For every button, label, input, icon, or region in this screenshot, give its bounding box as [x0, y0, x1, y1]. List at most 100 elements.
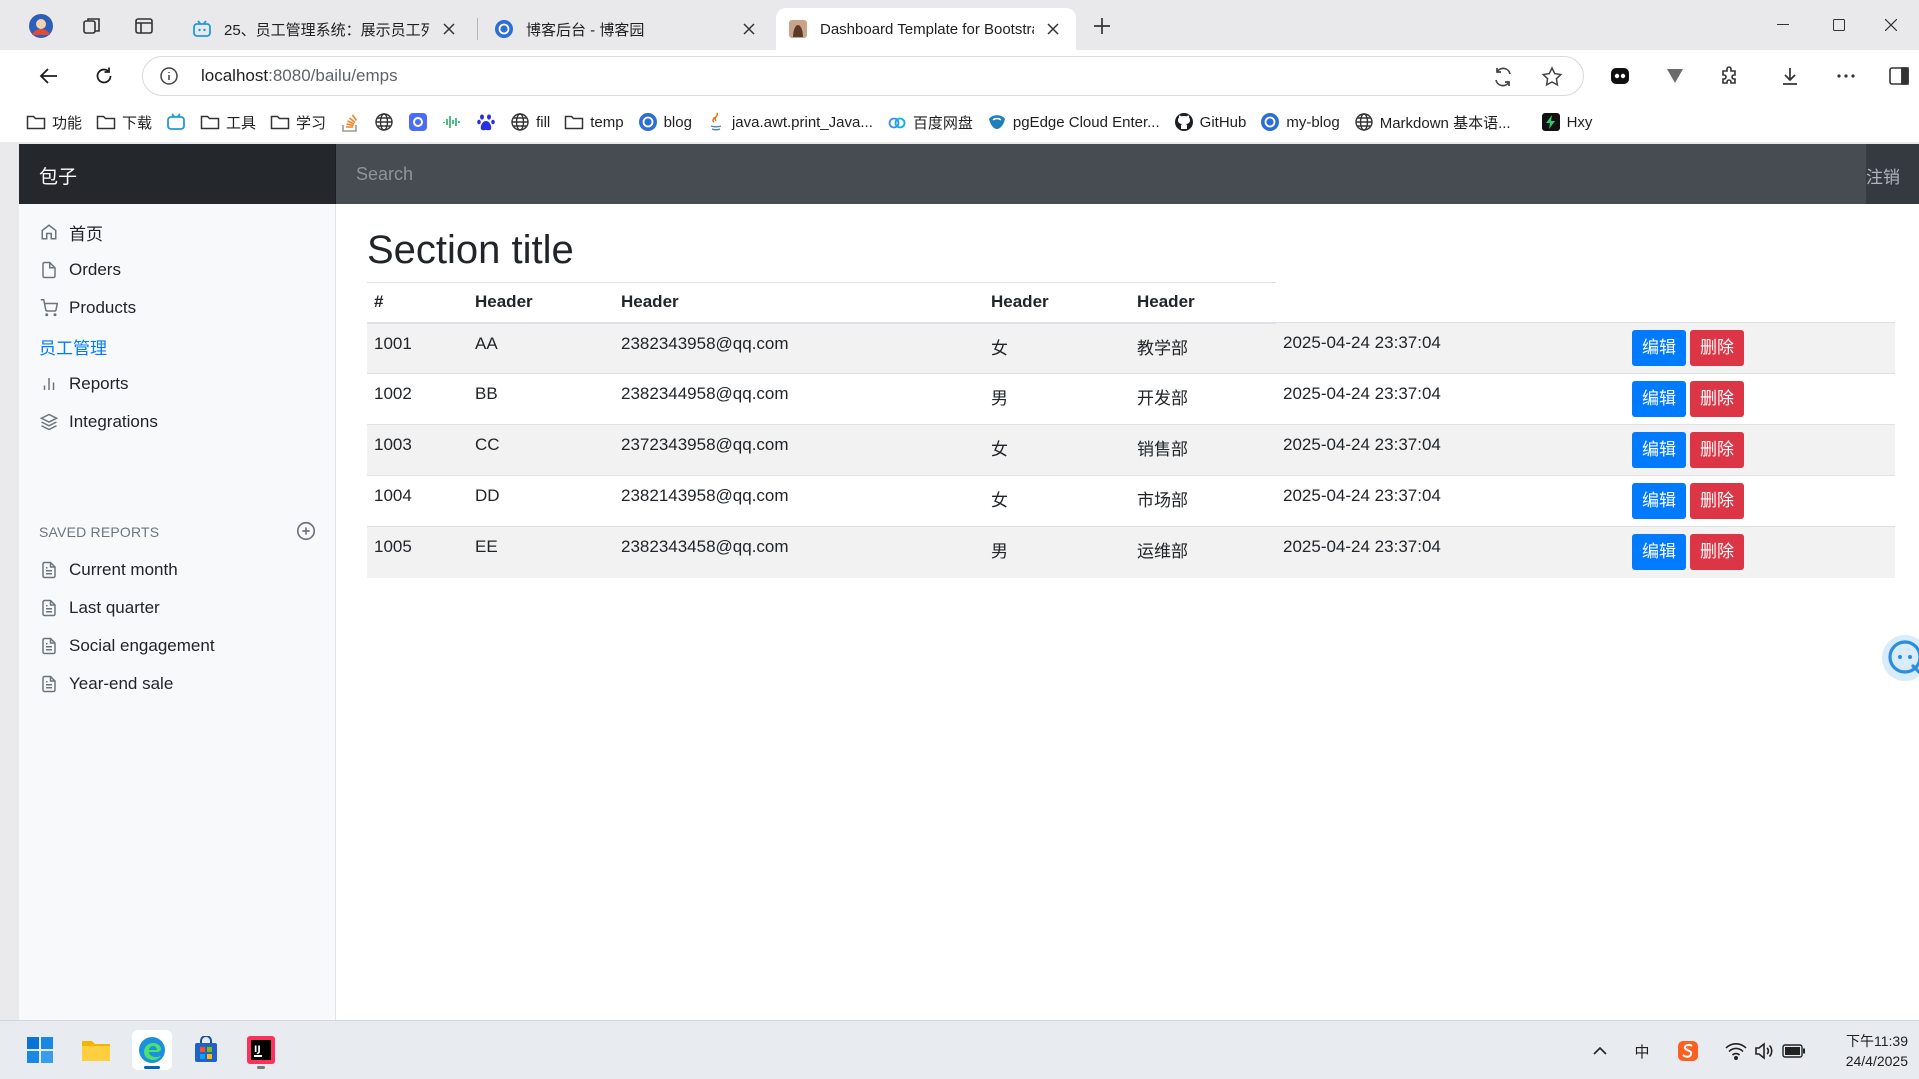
microsoft-store-icon[interactable] — [186, 1030, 226, 1070]
chevron-up-icon[interactable] — [1588, 1039, 1612, 1063]
sogou-ime-icon[interactable] — [1676, 1039, 1700, 1063]
edit-button[interactable]: 编辑 — [1632, 330, 1686, 366]
saved-report-last-quarter[interactable]: Last quarter — [39, 594, 160, 622]
file-explorer-icon[interactable] — [76, 1030, 116, 1070]
close-icon[interactable] — [438, 18, 460, 40]
bookmark-item[interactable]: temp — [564, 112, 624, 132]
translate-icon[interactable] — [1491, 65, 1515, 89]
bookmark-item[interactable]: GitHub — [1174, 112, 1246, 132]
cell-email: 2382343458@qq.com — [614, 526, 984, 578]
battery-icon[interactable] — [1782, 1039, 1806, 1063]
cell-department: 运维部 — [1130, 526, 1276, 578]
tab-employee-list[interactable]: 25、员工管理系统：展示员工列表 — [180, 8, 472, 50]
vertical-tabs-icon[interactable] — [131, 13, 157, 39]
url-text[interactable]: localhost:8080/bailu/emps — [201, 66, 398, 86]
clock-time: 下午11:39 — [1846, 1033, 1908, 1049]
sidebar-item-products[interactable]: Products — [39, 294, 136, 322]
bookmark-item[interactable]: java.awt.print_Java... — [706, 112, 873, 132]
cell-actions: 编辑 删除 — [1625, 475, 1895, 527]
edit-button[interactable]: 编辑 — [1632, 534, 1686, 570]
saved-report-label: Year-end sale — [69, 674, 174, 693]
bookmark-item[interactable]: 下载 — [96, 112, 152, 133]
bookmark-item[interactable]: 功能 — [26, 112, 82, 133]
bookmark-item[interactable]: blog — [638, 112, 692, 132]
sidebar-item-reports[interactable]: Reports — [39, 370, 129, 398]
file-text-icon — [39, 636, 59, 656]
system-clock[interactable]: 下午11:39 24/4/2025 — [1808, 1031, 1908, 1071]
bookmark-item[interactable] — [408, 112, 428, 132]
close-icon[interactable] — [738, 18, 760, 40]
edge-browser-icon[interactable] — [132, 1030, 172, 1070]
tab-cnblogs-admin[interactable]: 博客后台 - 博客园 — [482, 8, 772, 50]
folder-icon — [26, 112, 46, 132]
sidebar-toggle-icon[interactable] — [1883, 60, 1915, 92]
intellij-idea-icon[interactable]: IJ — [241, 1030, 281, 1070]
bookmark-item[interactable]: 工具 — [200, 112, 256, 133]
cell-date: 2025-04-24 23:37:04 — [1276, 322, 1625, 374]
chat-assistant-icon[interactable] — [1880, 633, 1919, 683]
cell-department: 销售部 — [1130, 424, 1276, 476]
bookmark-item[interactable]: pgEdge Cloud Enter... — [987, 112, 1160, 132]
signout-link[interactable]: 注销 — [1866, 144, 1919, 204]
wifi-icon[interactable] — [1724, 1039, 1748, 1063]
edit-button[interactable]: 编辑 — [1632, 432, 1686, 468]
bookmark-item[interactable]: my-blog — [1260, 112, 1340, 132]
bookmark-item[interactable]: 百度网盘 — [887, 112, 973, 133]
edit-button[interactable]: 编辑 — [1632, 381, 1686, 417]
close-icon[interactable] — [1042, 18, 1064, 40]
delete-button[interactable]: 删除 — [1690, 330, 1744, 366]
bilibili-icon — [166, 112, 186, 132]
minimize-icon[interactable] — [1755, 0, 1811, 50]
refresh-icon[interactable] — [88, 60, 120, 92]
volume-icon[interactable] — [1752, 1039, 1776, 1063]
saved-report-current-month[interactable]: Current month — [39, 556, 178, 584]
bookmark-item[interactable]: 学习 — [270, 112, 326, 133]
navbar-brand[interactable]: 包子 — [19, 144, 336, 204]
site-info-icon[interactable] — [159, 66, 179, 86]
sidebar-item-employee-management[interactable]: 员工管理 — [39, 332, 107, 360]
cell-gender: 女 — [984, 322, 1130, 374]
back-icon[interactable] — [33, 60, 65, 92]
sidebar-item-orders[interactable]: Orders — [39, 256, 121, 284]
bookmark-item[interactable] — [166, 112, 186, 132]
more-options-icon[interactable] — [1830, 60, 1862, 92]
download-icon[interactable] — [1774, 60, 1806, 92]
bookmark-item[interactable] — [442, 112, 462, 132]
bookmark-item[interactable]: fill — [510, 112, 550, 132]
bookmark-item[interactable] — [340, 112, 360, 132]
browser-tab-strip: 25、员工管理系统：展示员工列表 博客后台 - 博客园 Dashboard Te… — [0, 0, 1919, 50]
saved-report-social-engagement[interactable]: Social engagement — [39, 632, 215, 660]
bookmark-label: Hxy — [1566, 113, 1593, 131]
maximize-icon[interactable] — [1811, 0, 1867, 50]
bookmark-item[interactable] — [476, 112, 496, 132]
window-close-icon[interactable] — [1863, 0, 1919, 50]
start-icon[interactable] — [20, 1030, 60, 1070]
address-bar[interactable]: localhost:8080/bailu/emps — [142, 56, 1584, 96]
delete-button[interactable]: 删除 — [1690, 432, 1744, 468]
cell-date: 2025-04-24 23:37:04 — [1276, 373, 1625, 425]
bolt-icon — [1541, 112, 1561, 132]
workspaces-icon[interactable] — [79, 13, 105, 39]
delete-button[interactable]: 删除 — [1690, 483, 1744, 519]
extension-v-icon[interactable] — [1659, 60, 1691, 92]
bookmark-item[interactable]: Hxy — [1541, 112, 1593, 132]
saved-report-year-end-sale[interactable]: Year-end sale — [39, 670, 173, 698]
delete-button[interactable]: 删除 — [1690, 381, 1744, 417]
extension-cat-icon[interactable] — [1604, 60, 1636, 92]
bookmark-item[interactable]: Markdown 基本语... — [1354, 112, 1511, 133]
favorite-star-icon[interactable] — [1540, 65, 1564, 89]
search-input[interactable] — [336, 144, 1866, 204]
profile-avatar-icon[interactable] — [28, 13, 54, 39]
new-tab-icon[interactable] — [1089, 13, 1115, 39]
edit-button[interactable]: 编辑 — [1632, 483, 1686, 519]
extensions-puzzle-icon[interactable] — [1714, 60, 1746, 92]
input-method-indicator[interactable]: 中 — [1630, 1039, 1654, 1063]
plus-circle-icon[interactable] — [295, 520, 317, 542]
sidebar-item-integrations[interactable]: Integrations — [39, 408, 158, 436]
delete-button[interactable]: 删除 — [1690, 534, 1744, 570]
bookmark-item[interactable] — [374, 112, 394, 132]
tab-dashboard[interactable]: Dashboard Template for Bootstrap — [776, 8, 1076, 50]
url-host: localhost — [201, 66, 269, 85]
clock-date: 24/4/2025 — [1845, 1053, 1908, 1069]
sidebar-item-home[interactable]: 首页 — [39, 218, 103, 246]
